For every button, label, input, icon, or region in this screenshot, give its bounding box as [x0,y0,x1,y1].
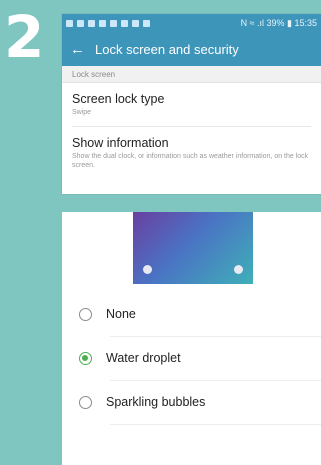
image-icon [132,20,139,27]
setting-title: Show information [72,136,169,150]
divider [110,424,321,425]
notification-icon [66,20,73,27]
notification-icon [77,20,84,27]
option-label: Water droplet [106,351,181,365]
setting-screen-lock-type[interactable]: Screen lock type Swipe [62,83,321,127]
notification-icon [99,20,106,27]
gallery-icon [110,20,117,27]
radio-button[interactable] [79,351,92,365]
radio-button[interactable] [79,307,92,321]
setting-show-information[interactable]: Show information Show the dual clock, or… [62,127,321,170]
options-screenshot: None Water droplet Sparkling bubbles [62,212,321,465]
settings-screenshot: N ≈ .ıl 39% ▮ 15:35 ← Lock screen and se… [62,14,321,194]
facebook-icon [143,20,150,27]
option-sparkling-bubbles[interactable]: Sparkling bubbles [62,380,321,424]
notification-icon [88,20,95,27]
arrow-left-icon[interactable]: ← [70,42,85,57]
section-header: Lock screen [62,66,321,83]
setting-subtitle: Show the dual clock, or information such… [72,153,309,169]
notification-icons [66,20,150,27]
option-label: Sparkling bubbles [106,395,206,409]
settings-icon [121,20,128,27]
option-none[interactable]: None [62,292,321,336]
setting-subtitle: Swipe [72,109,92,116]
step-number: 2 [4,3,45,71]
status-bar: N ≈ .ıl 39% ▮ 15:35 [62,14,321,33]
page-title: Lock screen and security [95,42,239,57]
option-label: None [106,307,136,321]
phone-icon [143,265,152,274]
status-right: N ≈ .ıl 39% ▮ 15:35 [240,18,317,28]
app-bar: ← Lock screen and security [62,33,321,66]
option-water-droplet[interactable]: Water droplet [62,336,321,380]
radio-button[interactable] [79,395,92,409]
lock-screen-preview [133,212,253,284]
camera-icon [234,265,243,274]
setting-title: Screen lock type [72,92,165,106]
